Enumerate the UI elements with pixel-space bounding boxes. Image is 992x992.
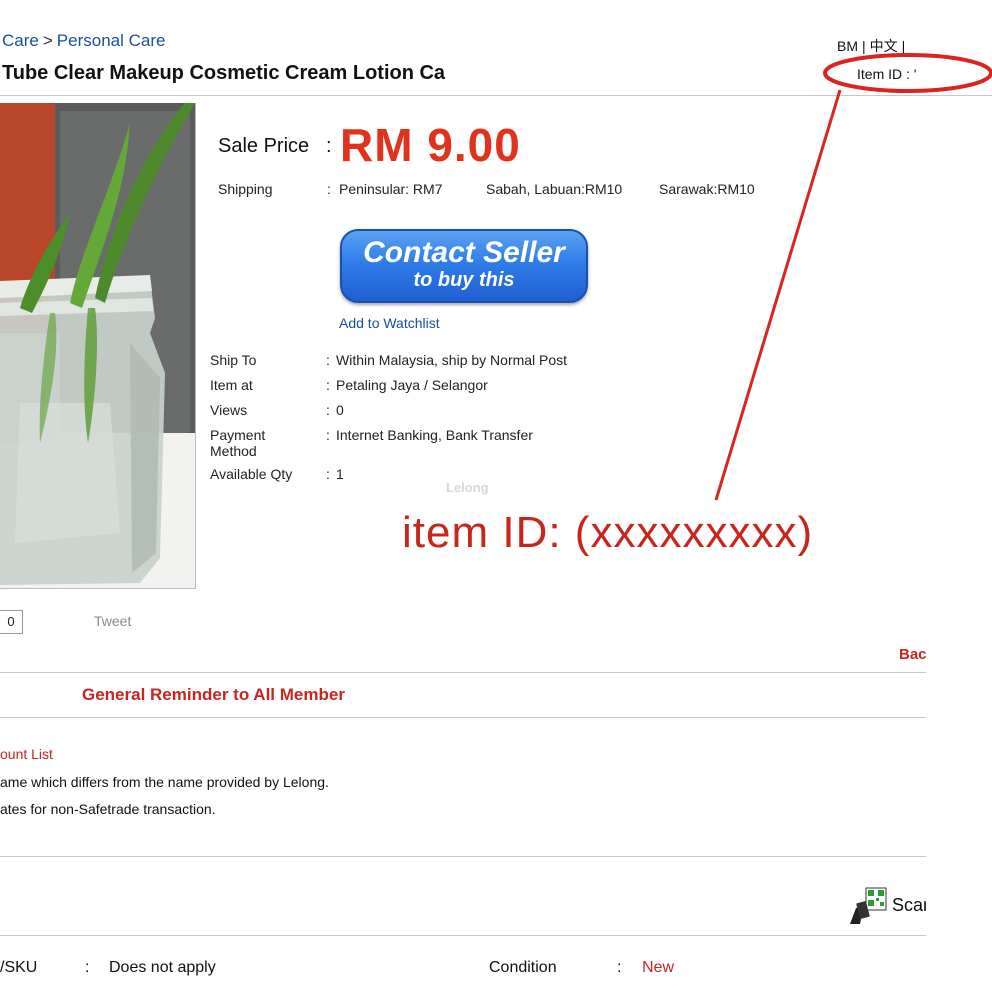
sale-price-colon: :	[326, 135, 332, 157]
detail-colon: :	[326, 466, 330, 482]
detail-colon: :	[326, 427, 330, 443]
scan-label: Scar	[892, 895, 926, 915]
account-list-link[interactable]: ount List	[0, 746, 53, 762]
item-id-annotation: item ID: (xxxxxxxxx)	[402, 508, 814, 557]
product-photo	[0, 103, 195, 588]
condition-colon: :	[617, 959, 622, 976]
reminder-title: General Reminder to All Member	[82, 685, 345, 704]
lang-separator: |	[862, 38, 866, 54]
detail-value-ship-to: Within Malaysia, ship by Normal Post	[336, 352, 568, 368]
breadcrumb-item-personal-care[interactable]: Personal Care	[57, 31, 166, 50]
detail-value-views: 0	[336, 402, 344, 418]
lang-bm-link[interactable]: BM	[837, 38, 858, 54]
contact-seller-sublabel: to buy this	[413, 269, 515, 291]
detail-label-item-at: Item at	[210, 377, 253, 393]
page-title: Tube Clear Makeup Cosmetic Cream Lotion …	[2, 62, 446, 84]
shipping-label: Shipping	[218, 181, 273, 197]
section-divider	[0, 672, 926, 673]
qr-scan-icon	[850, 887, 887, 924]
back-link[interactable]: Bac	[899, 646, 927, 663]
language-switch: BM | 中文 |	[837, 36, 909, 56]
like-count-badge[interactable]: 0	[0, 610, 23, 634]
shipping-peninsular: Peninsular: RM7	[339, 181, 443, 197]
detail-colon: :	[326, 377, 330, 393]
detail-label-views: Views	[210, 402, 248, 418]
detail-value-payment: Internet Banking, Bank Transfer	[336, 427, 533, 443]
sale-price-label: Sale Price	[218, 135, 310, 157]
breadcrumb: Care > Personal Care	[2, 31, 165, 51]
shipping-sabah: Sabah, Labuan:RM10	[486, 181, 623, 197]
condition-value: New	[642, 959, 675, 976]
section-divider	[0, 717, 926, 718]
lang-zh-link[interactable]: 中文	[870, 38, 898, 54]
section-divider	[0, 935, 926, 936]
sku-label: /SKU	[0, 959, 38, 976]
shipping-colon: :	[327, 181, 331, 197]
detail-label-ship-to: Ship To	[210, 352, 257, 368]
detail-colon: :	[326, 352, 330, 368]
condition-label: Condition	[489, 959, 557, 976]
product-image[interactable]	[0, 103, 196, 589]
detail-value-available-qty: 1	[336, 466, 344, 482]
sku-colon: :	[85, 959, 90, 976]
watermark-logo: Lelong	[446, 480, 489, 495]
section-divider	[0, 856, 926, 857]
detail-label-payment: Payment Method	[210, 427, 266, 459]
sale-price-value: RM 9.00	[340, 119, 521, 171]
detail-colon: :	[326, 402, 330, 418]
reminder-line-1: ame which differs from the name provided…	[0, 774, 329, 790]
lang-separator: |	[901, 38, 906, 54]
sku-value: Does not apply	[109, 959, 216, 976]
annotation-pointer-line	[714, 89, 842, 501]
tweet-button[interactable]: Tweet	[94, 613, 131, 629]
breadcrumb-item-care[interactable]: Care	[2, 31, 39, 50]
add-to-watchlist-link[interactable]: Add to Watchlist	[339, 315, 440, 331]
contact-seller-button[interactable]: Contact Seller to buy this	[340, 229, 588, 303]
breadcrumb-separator: >	[42, 31, 53, 50]
shipping-sarawak: Sarawak:RM10	[659, 181, 755, 197]
contact-seller-label: Contact Seller	[363, 236, 565, 269]
reminder-line-2: ates for non-Safetrade transaction.	[0, 801, 216, 817]
detail-label-available-qty: Available Qty	[210, 466, 293, 482]
detail-value-item-at: Petaling Jaya / Selangor	[336, 377, 488, 393]
scan-button[interactable]: Scar	[848, 886, 926, 926]
item-id-label: Item ID : '	[857, 66, 917, 82]
title-divider	[0, 95, 992, 96]
